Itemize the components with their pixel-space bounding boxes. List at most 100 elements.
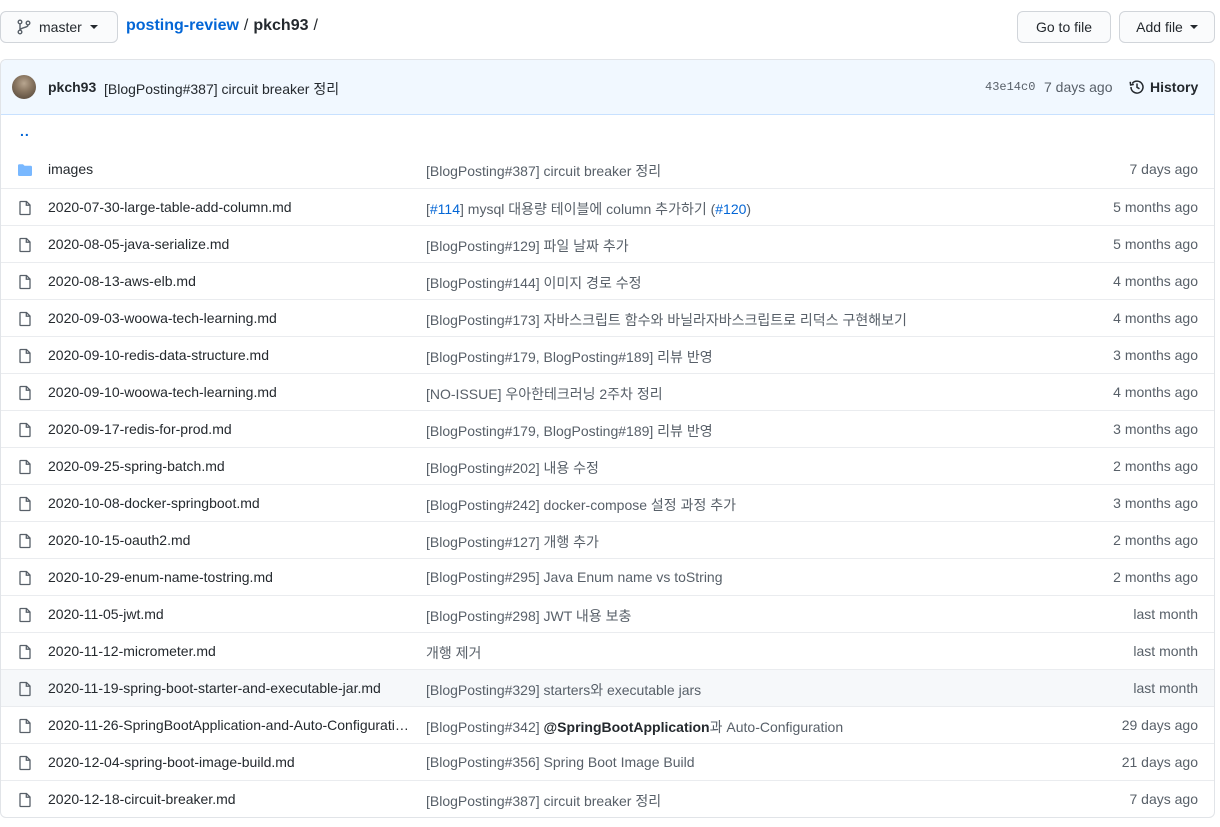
file-name-link[interactable]: 2020-11-05-jwt.md: [48, 606, 164, 622]
file-row[interactable]: 2020-11-19-spring-boot-starter-and-execu…: [1, 669, 1214, 706]
file-commit-message[interactable]: [BlogPosting#329] starters와 executable j…: [426, 680, 701, 700]
issue-link[interactable]: #120: [715, 201, 746, 217]
file-name-link[interactable]: 2020-09-10-redis-data-structure.md: [48, 347, 269, 363]
file-name-link[interactable]: 2020-11-12-micrometer.md: [48, 643, 216, 659]
file-icon: [17, 385, 33, 401]
file-commit-message[interactable]: [BlogPosting#298] JWT 내용 보충: [426, 606, 631, 626]
file-age: 5 months ago: [1113, 236, 1198, 252]
issue-link[interactable]: #114: [430, 201, 460, 217]
branch-select-button[interactable]: master: [0, 11, 118, 43]
file-commit-message[interactable]: [#114] mysql 대용량 테이블에 column 추가하기 (#120): [426, 199, 751, 219]
file-name-link[interactable]: 2020-11-26-SpringBootApplication-and-Aut…: [48, 717, 410, 733]
file-age: 3 months ago: [1113, 421, 1198, 437]
file-name-link[interactable]: 2020-08-05-java-serialize.md: [48, 236, 229, 252]
file-name-link[interactable]: 2020-12-04-spring-boot-image-build.md: [48, 754, 295, 770]
parent-dir-link[interactable]: ..: [20, 123, 30, 139]
file-row[interactable]: 2020-11-26-SpringBootApplication-and-Aut…: [1, 706, 1214, 743]
file-icon: [17, 496, 33, 512]
file-age: last month: [1133, 643, 1198, 659]
parent-dir-row[interactable]: ..: [1, 115, 1214, 151]
file-row[interactable]: 2020-08-13-aws-elb.md [BlogPosting#144] 이…: [1, 262, 1214, 299]
add-file-button[interactable]: Add file: [1119, 11, 1215, 43]
file-commit-message[interactable]: [BlogPosting#242] docker-compose 설정 과정 추…: [426, 495, 736, 515]
file-row[interactable]: 2020-09-10-woowa-tech-learning.md [NO-ISS…: [1, 373, 1214, 410]
file-icon: [17, 570, 33, 586]
file-name-link[interactable]: 2020-09-10-woowa-tech-learning.md: [48, 384, 277, 400]
file-commit-message[interactable]: [BlogPosting#173] 자바스크립트 함수와 바닐라자바스크립트로 …: [426, 310, 907, 330]
history-icon: [1129, 79, 1145, 95]
file-name-link[interactable]: 2020-09-03-woowa-tech-learning.md: [48, 310, 277, 326]
file-age: 7 days ago: [1129, 161, 1199, 177]
commit-author[interactable]: pkch93: [48, 79, 96, 95]
file-row[interactable]: 2020-09-17-redis-for-prod.md [BlogPosting…: [1, 410, 1214, 447]
file-icon: [17, 459, 33, 475]
file-navigation: master posting-review / pkch93 / Go to f…: [0, 0, 1220, 52]
file-row[interactable]: 2020-10-15-oauth2.md [BlogPosting#127] 개행…: [1, 521, 1214, 558]
file-name-link[interactable]: 2020-09-25-spring-batch.md: [48, 458, 225, 474]
breadcrumb: posting-review / pkch93 /: [126, 17, 323, 35]
file-age: last month: [1133, 606, 1198, 622]
breadcrumb-current-dir: pkch93: [253, 17, 309, 34]
breadcrumb-repo-link[interactable]: posting-review: [126, 17, 239, 35]
file-commit-message[interactable]: [BlogPosting#387] circuit breaker 정리: [426, 791, 661, 811]
file-commit-message[interactable]: [NO-ISSUE] 우아한테크러닝 2주차 정리: [426, 384, 663, 404]
latest-commit-bar: pkch93 [BlogPosting#387] circuit breaker…: [1, 60, 1214, 115]
file-commit-message[interactable]: [BlogPosting#144] 이미지 경로 수정: [426, 273, 641, 293]
history-label: History: [1150, 79, 1199, 95]
file-row[interactable]: 2020-12-18-circuit-breaker.md [BlogPostin…: [1, 780, 1214, 817]
file-icon: [17, 718, 33, 734]
file-row[interactable]: 2020-09-10-redis-data-structure.md [BlogP…: [1, 336, 1214, 373]
file-commit-message[interactable]: [BlogPosting#202] 내용 수정: [426, 458, 599, 478]
file-row[interactable]: 2020-10-08-docker-springboot.md [BlogPost…: [1, 484, 1214, 521]
file-name-link[interactable]: 2020-09-17-redis-for-prod.md: [48, 421, 232, 437]
file-name-link[interactable]: 2020-08-13-aws-elb.md: [48, 273, 196, 289]
file-commit-message[interactable]: 개행 제거: [426, 643, 481, 663]
file-commit-message[interactable]: [BlogPosting#129] 파일 날짜 추가: [426, 236, 629, 256]
file-icon: [17, 607, 33, 623]
file-age: last month: [1133, 680, 1198, 696]
file-name-link[interactable]: 2020-10-29-enum-name-tostring.md: [48, 569, 273, 585]
file-name-link[interactable]: 2020-12-18-circuit-breaker.md: [48, 791, 236, 807]
file-icon: [17, 681, 33, 697]
file-row[interactable]: 2020-12-04-spring-boot-image-build.md [Bl…: [1, 743, 1214, 780]
file-age: 3 months ago: [1113, 495, 1198, 511]
file-row[interactable]: 2020-09-03-woowa-tech-learning.md [BlogPo…: [1, 299, 1214, 336]
file-row[interactable]: 2020-10-29-enum-name-tostring.md [BlogPos…: [1, 558, 1214, 595]
file-name-link[interactable]: 2020-07-30-large-table-add-column.md: [48, 199, 292, 215]
commit-time: 7 days ago: [1044, 79, 1113, 95]
file-icon: [17, 533, 33, 549]
history-link[interactable]: History: [1129, 79, 1198, 95]
file-commit-message[interactable]: [BlogPosting#356] Spring Boot Image Buil…: [426, 754, 695, 770]
file-commit-message[interactable]: [BlogPosting#127] 개행 추가: [426, 532, 599, 552]
file-name-link[interactable]: 2020-11-19-spring-boot-starter-and-execu…: [48, 680, 381, 696]
file-commit-message[interactable]: [BlogPosting#342] @SpringBootApplication…: [426, 717, 843, 737]
file-name-link[interactable]: images: [48, 161, 93, 177]
file-age: 2 months ago: [1113, 458, 1198, 474]
commit-sha[interactable]: 43e14c0: [985, 80, 1035, 94]
commit-message[interactable]: [BlogPosting#387] circuit breaker 정리: [104, 79, 339, 99]
go-to-file-button[interactable]: Go to file: [1017, 11, 1111, 43]
file-commit-message[interactable]: [BlogPosting#387] circuit breaker 정리: [426, 161, 661, 181]
file-row[interactable]: 2020-07-30-large-table-add-column.md [#11…: [1, 188, 1214, 225]
file-name-link[interactable]: 2020-10-08-docker-springboot.md: [48, 495, 260, 511]
file-age: 4 months ago: [1113, 273, 1198, 289]
folder-row[interactable]: images [BlogPosting#387] circuit breaker …: [1, 151, 1214, 188]
mention-text: @SpringBootApplication: [543, 719, 710, 735]
file-age: 4 months ago: [1113, 384, 1198, 400]
commit-message-part: 과 Auto-Configuration: [709, 719, 844, 735]
file-row[interactable]: 2020-11-05-jwt.md [BlogPosting#298] JWT 내…: [1, 595, 1214, 632]
file-row[interactable]: 2020-09-25-spring-batch.md [BlogPosting#2…: [1, 447, 1214, 484]
file-name-link[interactable]: 2020-10-15-oauth2.md: [48, 532, 190, 548]
avatar[interactable]: [12, 75, 36, 99]
file-row[interactable]: 2020-11-12-micrometer.md 개행 제거 last month: [1, 632, 1214, 669]
commit-message-part: ] mysql 대용량 테이블에 column 추가하기 (: [460, 201, 716, 217]
breadcrumb-separator: /: [243, 17, 249, 34]
git-branch-icon: [17, 19, 31, 35]
file-commit-message[interactable]: [BlogPosting#179, BlogPosting#189] 리뷰 반영: [426, 421, 713, 441]
file-age: 2 months ago: [1113, 569, 1198, 585]
file-commit-message[interactable]: [BlogPosting#295] Java Enum name vs toSt…: [426, 569, 723, 585]
file-icon: [17, 200, 33, 216]
file-age: 2 months ago: [1113, 532, 1198, 548]
file-commit-message[interactable]: [BlogPosting#179, BlogPosting#189] 리뷰 반영: [426, 347, 713, 367]
file-row[interactable]: 2020-08-05-java-serialize.md [BlogPosting…: [1, 225, 1214, 262]
